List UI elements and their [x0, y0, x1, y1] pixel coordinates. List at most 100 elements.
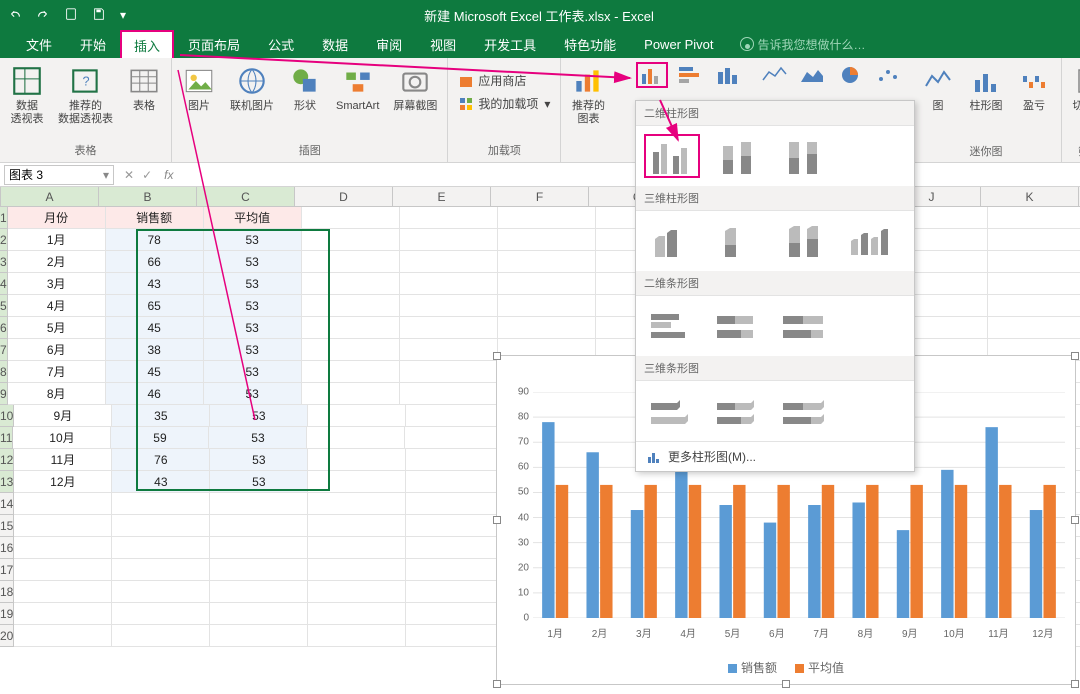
row-header[interactable]: 10: [0, 405, 14, 427]
cell[interactable]: 53: [209, 427, 307, 449]
resize-handle[interactable]: [1071, 680, 1079, 688]
row-header[interactable]: 14: [0, 493, 14, 515]
touch-icon[interactable]: [64, 7, 78, 24]
cell[interactable]: [14, 515, 112, 537]
cell[interactable]: 45: [106, 361, 204, 383]
cell[interactable]: 4月: [8, 295, 106, 317]
tab-special[interactable]: 特色功能: [550, 30, 630, 59]
cell[interactable]: [400, 339, 498, 361]
tell-me[interactable]: 告诉我您想做什么…: [740, 36, 866, 53]
cell[interactable]: [14, 603, 112, 625]
cell[interactable]: 销售额: [106, 207, 204, 229]
row-header[interactable]: 2: [0, 229, 8, 251]
cell[interactable]: 45: [106, 317, 204, 339]
row-header[interactable]: 19: [0, 603, 14, 625]
cell[interactable]: [400, 317, 498, 339]
column-header[interactable]: F: [491, 187, 589, 207]
3d-stacked-column-option[interactable]: [710, 219, 766, 263]
enter-icon[interactable]: ✓: [142, 168, 152, 182]
cell[interactable]: [302, 273, 400, 295]
cell[interactable]: [210, 581, 308, 603]
cell[interactable]: 53: [210, 405, 308, 427]
row-header[interactable]: 8: [0, 361, 8, 383]
cell[interactable]: [14, 559, 112, 581]
cell[interactable]: [14, 581, 112, 603]
row-header[interactable]: 16: [0, 537, 14, 559]
cell[interactable]: 10月: [13, 427, 111, 449]
namebox-dropdown-icon[interactable]: ▾: [103, 168, 109, 182]
cell[interactable]: [302, 229, 400, 251]
3d-clustered-column-option[interactable]: [644, 219, 700, 263]
cell[interactable]: 53: [204, 273, 302, 295]
cell[interactable]: 53: [204, 383, 302, 405]
tab-file[interactable]: 文件: [12, 30, 66, 59]
cancel-icon[interactable]: ✕: [124, 168, 134, 182]
row-header[interactable]: 1: [0, 207, 8, 229]
cell[interactable]: [308, 449, 406, 471]
cell[interactable]: [302, 251, 400, 273]
pie-chart-ribbon-button[interactable]: [834, 62, 866, 88]
cell[interactable]: [406, 625, 504, 647]
cell[interactable]: 66: [106, 251, 204, 273]
3d-clustered-bar-option[interactable]: [644, 389, 700, 433]
column-sparkline-button[interactable]: 柱形图: [965, 62, 1007, 115]
row-header[interactable]: 13: [0, 471, 14, 493]
cell[interactable]: [308, 603, 406, 625]
cell[interactable]: 53: [204, 295, 302, 317]
cell[interactable]: 53: [204, 339, 302, 361]
cell[interactable]: 78: [106, 229, 204, 251]
3d-100-stacked-column-option[interactable]: [776, 219, 832, 263]
picture-button[interactable]: 图片: [178, 62, 220, 115]
100-stacked-bar-option[interactable]: [776, 304, 832, 348]
cell[interactable]: 6月: [8, 339, 106, 361]
cell[interactable]: [210, 559, 308, 581]
cell[interactable]: [210, 493, 308, 515]
cell[interactable]: [302, 339, 400, 361]
cell[interactable]: 11月: [14, 449, 112, 471]
histogram-ribbon-button[interactable]: [712, 62, 744, 88]
cell[interactable]: 53: [210, 471, 308, 493]
scatter-chart-ribbon-button[interactable]: [872, 62, 904, 88]
shapes-button[interactable]: 形状: [284, 62, 326, 115]
resize-handle[interactable]: [782, 680, 790, 688]
name-box-input[interactable]: [9, 168, 79, 182]
row-header[interactable]: 5: [0, 295, 8, 317]
row-header[interactable]: 15: [0, 515, 14, 537]
cell[interactable]: [112, 625, 210, 647]
cell[interactable]: [400, 251, 498, 273]
my-addins-button[interactable]: 我的加载项▾: [454, 93, 554, 114]
cell[interactable]: [308, 471, 406, 493]
cell[interactable]: [308, 537, 406, 559]
3d-stacked-bar-option[interactable]: [710, 389, 766, 433]
cell[interactable]: [210, 625, 308, 647]
cell[interactable]: [302, 361, 400, 383]
cell[interactable]: [308, 581, 406, 603]
100-stacked-column-option[interactable]: [776, 134, 832, 178]
recommended-pivot-button[interactable]: ? 推荐的 数据透视表: [54, 62, 117, 128]
tab-home[interactable]: 开始: [66, 30, 120, 59]
cell[interactable]: [400, 273, 498, 295]
cell[interactable]: [988, 273, 1080, 295]
tab-developer[interactable]: 开发工具: [470, 30, 550, 59]
cell[interactable]: 12月: [14, 471, 112, 493]
bar-chart-ribbon-button[interactable]: [674, 62, 706, 88]
cell[interactable]: [308, 625, 406, 647]
cell[interactable]: 53: [204, 317, 302, 339]
tab-data[interactable]: 数据: [308, 30, 362, 59]
cell[interactable]: 2月: [8, 251, 106, 273]
tab-insert[interactable]: 插入: [120, 30, 174, 59]
cell[interactable]: [112, 581, 210, 603]
tab-powerpivot[interactable]: Power Pivot: [630, 32, 727, 57]
cell[interactable]: 月份: [8, 207, 106, 229]
cell[interactable]: [406, 449, 504, 471]
cell[interactable]: 43: [106, 273, 204, 295]
cell[interactable]: [498, 229, 596, 251]
cell[interactable]: 43: [112, 471, 210, 493]
cell[interactable]: [406, 471, 504, 493]
cell[interactable]: [112, 559, 210, 581]
cell[interactable]: 53: [204, 251, 302, 273]
column-header[interactable]: B: [99, 187, 197, 207]
cell[interactable]: [988, 295, 1080, 317]
tab-formulas[interactable]: 公式: [254, 30, 308, 59]
column-header[interactable]: C: [197, 187, 295, 207]
